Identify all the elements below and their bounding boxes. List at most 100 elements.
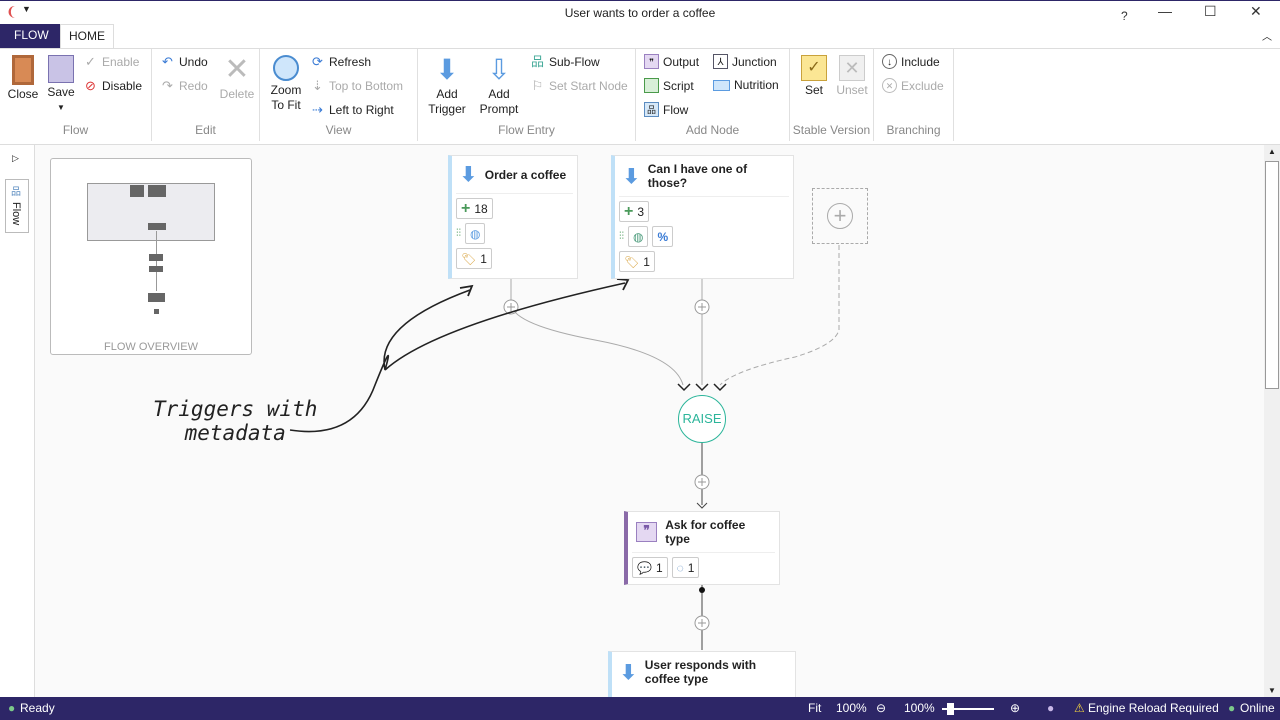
examples-chip[interactable]: +3 [619, 201, 650, 222]
retry-icon: ◌ [676, 560, 684, 575]
chat-icon[interactable]: ● [1047, 701, 1054, 715]
set-start-node-button[interactable]: ⚐ Set Start Node [530, 78, 628, 93]
check-icon: ✓ [801, 55, 827, 81]
group-flow-entry: ⬇ Add Trigger ⇩ Add Prompt 品 Sub-Flow ⚐ Set … [418, 49, 636, 141]
expand-sidebar-icon[interactable]: ▷ [12, 153, 19, 164]
exclude-button[interactable]: ✕ Exclude [882, 78, 944, 93]
zoom-slider[interactable] [942, 703, 994, 715]
online-dot-icon: ● [1228, 701, 1236, 715]
script-button[interactable]: Script [644, 78, 694, 93]
nutrition-button[interactable]: Nutrition [713, 78, 779, 92]
group-flow: Close Save ▼ ✓ Enable ⊘ Disable Flow [0, 49, 152, 141]
junction-button[interactable]: ⅄ Junction [713, 54, 777, 69]
sub-flow-button[interactable]: 品 Sub-Flow [530, 54, 600, 69]
vertical-scrollbar[interactable]: ▲ ▼ [1264, 145, 1280, 697]
output-button[interactable]: ❞ Output [644, 54, 699, 69]
close-button[interactable]: Close [6, 55, 40, 102]
minimize-button[interactable]: — [1158, 3, 1172, 19]
enable-button[interactable]: ✓ Enable [83, 54, 139, 69]
language-chip[interactable]: ◍ [628, 226, 649, 247]
globe-icon: ◍ [470, 226, 481, 241]
undo-button[interactable]: ↶ Undo [160, 54, 208, 69]
sub-flow-icon: 品 [530, 54, 544, 69]
left-sidebar: ▷ 品 Flow [0, 145, 35, 697]
group-stable-version: ✓ Set ✕ Unset Stable Version [790, 49, 874, 141]
fit-button[interactable]: Fit [808, 701, 821, 715]
zoom-out-icon[interactable]: ⊖ [876, 701, 886, 715]
window-title: User wants to order a coffee [564, 6, 716, 20]
group-label: Add Node [685, 123, 740, 137]
add-prompt-button[interactable]: ⇩ Add Prompt [476, 55, 522, 117]
redo-icon: ↷ [162, 78, 173, 93]
left-to-right-button[interactable]: ⇢ Left to Right [310, 102, 394, 117]
add-trigger-button[interactable]: ⬇ Add Trigger [426, 55, 468, 117]
set-button[interactable]: ✓ Set [798, 55, 830, 98]
zoom-to-fit-button[interactable]: Zoom To Fit [266, 55, 306, 113]
output-icon: ❞ [644, 54, 659, 69]
nutrition-icon [713, 79, 730, 91]
refresh-button[interactable]: ⟳ Refresh [310, 54, 371, 69]
disable-button[interactable]: ⊘ Disable [83, 78, 142, 93]
collapse-ribbon-icon[interactable]: ︿ [1262, 28, 1272, 43]
node-title: Ask for coffee type [665, 518, 746, 546]
flag-icon: ⚐ [531, 78, 544, 93]
group-label: Flow [62, 123, 89, 137]
add-trigger-placeholder[interactable]: + [812, 188, 868, 244]
zoom-in-icon[interactable]: ⊕ [1010, 701, 1020, 715]
tab-home[interactable]: HOME [60, 24, 114, 49]
plus-icon: + [461, 199, 471, 217]
trigger-node-order-coffee[interactable]: ⬇ Order a coffee +18 ⫶⫶ ◍ 🏷 1 [448, 155, 578, 279]
node-title: Order a coffee [484, 167, 567, 182]
close-window-button[interactable]: ✕ [1250, 3, 1262, 20]
save-button[interactable]: Save ▼ [44, 55, 78, 115]
tab-flow[interactable]: FLOW [0, 24, 60, 48]
status-bar: ● Ready Fit 100% ⊖ 100% ⊕ ● ⚠ Engine Rel… [0, 697, 1280, 720]
group-branching: ↓ Include ✕ Exclude Branching [874, 49, 954, 141]
filter-icon: ⫶⫶ [456, 228, 461, 239]
trigger-icon: ⬇ [623, 165, 640, 188]
help-button[interactable]: ? [1121, 9, 1128, 23]
x-box-icon: ✕ [839, 55, 865, 81]
online-status: Online [1240, 701, 1275, 715]
redo-button[interactable]: ↷ Redo [160, 78, 208, 93]
trigger-icon: ⬇ [460, 164, 477, 186]
tags-chip[interactable]: 🏷 1 [456, 248, 492, 269]
language-chip[interactable]: ◍ [465, 223, 486, 244]
trigger-node-coffee-type[interactable]: ⬇ User responds with coffee type [608, 651, 796, 701]
reprompts-chip[interactable]: ◌ 1 [671, 557, 700, 578]
group-label: Edit [195, 123, 216, 137]
annotation-text: Triggers with metadata [153, 397, 318, 445]
unset-button[interactable]: ✕ Unset [834, 55, 870, 98]
door-icon [12, 55, 34, 85]
scroll-up-icon[interactable]: ▲ [1268, 147, 1276, 156]
engine-status[interactable]: Engine Reload Required [1088, 701, 1219, 715]
annotation-arrow [289, 282, 626, 433]
status-ready: Ready [20, 701, 55, 715]
x-icon: ✕ [224, 53, 250, 86]
layout-vertical-icon: ⇣ [312, 78, 323, 93]
top-to-bottom-button[interactable]: ⇣ Top to Bottom [310, 78, 403, 93]
floppy-icon [48, 55, 74, 83]
maximize-button[interactable]: ☐ [1204, 3, 1217, 20]
percentage-chip[interactable]: % [652, 226, 674, 247]
ribbon: Close Save ▼ ✓ Enable ⊘ Disable Flow ↶ Undo … [0, 48, 1280, 145]
tags-chip[interactable]: 🏷 1 [619, 251, 655, 272]
check-circle-icon: ✓ [85, 54, 96, 69]
trigger-node-one-of-those[interactable]: ⬇ Can I have one of those? +3 ⫶⫶ ◍% 🏷 1 [611, 155, 794, 279]
undo-icon: ↶ [162, 54, 173, 69]
sidebar-tab-flow[interactable]: 品 Flow [5, 179, 29, 233]
include-button[interactable]: ↓ Include [882, 54, 940, 69]
flow-button[interactable]: 品 Flow [644, 102, 688, 117]
scroll-down-icon[interactable]: ▼ [1268, 686, 1276, 695]
globe-icon: ◍ [633, 229, 644, 244]
messages-chip[interactable]: 💬 1 [632, 557, 668, 578]
scroll-thumb[interactable] [1265, 161, 1279, 389]
flow-canvas[interactable]: FLOW OVERVIEW ⬇ Order a coffee +18 ⫶⫶ ◍ 🏷 1… [35, 145, 1264, 701]
delete-button[interactable]: ✕ Delete [216, 55, 258, 102]
raise-node[interactable]: RAISE [678, 395, 726, 443]
group-view: Zoom To Fit ⟳ Refresh ⇣ Top to Bottom ⇢ Lef… [260, 49, 418, 141]
title-bar: ❨ ▼ User wants to order a coffee ? — ☐ ✕ [0, 0, 1280, 24]
prompt-node-ask-coffee-type[interactable]: ❞ Ask for coffee type 💬 1 ◌ 1 [624, 511, 780, 585]
group-edit: ↶ Undo ↷ Redo ✕ Delete Edit [152, 49, 260, 141]
examples-chip[interactable]: +18 [456, 198, 493, 219]
